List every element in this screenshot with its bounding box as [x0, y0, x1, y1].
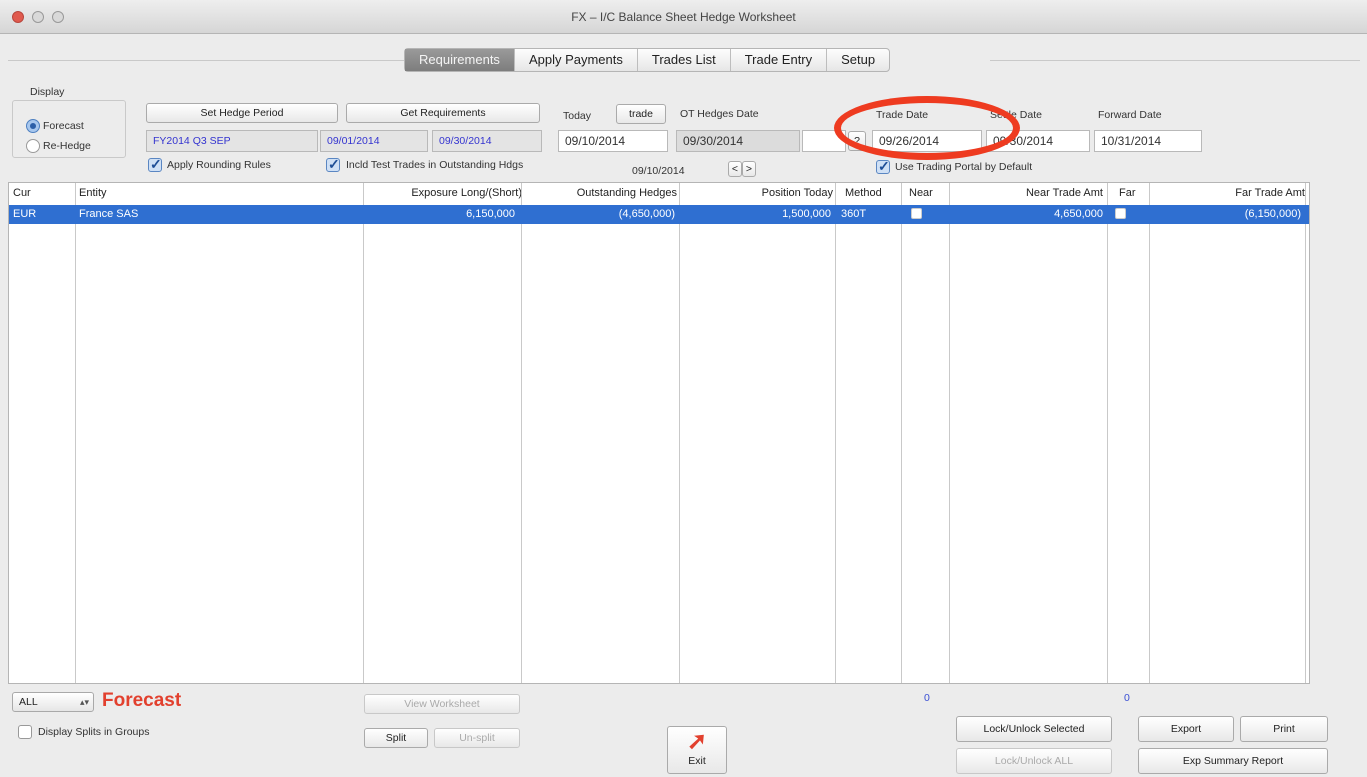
get-requirements-button[interactable]: Get Requirements	[346, 103, 540, 123]
tab-setup[interactable]: Setup	[827, 49, 889, 71]
view-worksheet-button[interactable]: View Worksheet	[364, 694, 520, 714]
column-header-far[interactable]: Far	[1119, 183, 1136, 203]
column-header-cur[interactable]: Cur	[13, 183, 31, 203]
display-splits-checkbox[interactable]	[18, 725, 32, 739]
lock-unlock-all-button[interactable]: Lock/Unlock ALL	[956, 748, 1112, 774]
requirements-table: Cur Entity Exposure Long/(Short) Outstan…	[8, 182, 1310, 684]
ot-hedges-field: 09/30/2014	[676, 130, 800, 152]
cell-exposure: 6,150,000	[466, 208, 515, 220]
export-button[interactable]: Export	[1138, 716, 1234, 742]
trading-portal-checkbox[interactable]	[876, 158, 890, 175]
far-count: 0	[1124, 692, 1130, 704]
lock-unlock-selected-button[interactable]: Lock/Unlock Selected	[956, 716, 1112, 742]
exit-label: Exit	[688, 755, 706, 767]
title-bar: FX – I/C Balance Sheet Hedge Worksheet	[0, 0, 1367, 34]
rehedge-radio-label: Re-Hedge	[43, 140, 91, 152]
tab-trades-list[interactable]: Trades List	[638, 49, 731, 71]
rounding-checkbox[interactable]	[148, 156, 162, 173]
tab-trade-entry[interactable]: Trade Entry	[731, 49, 828, 71]
hedge-start-field: 09/01/2014	[320, 130, 428, 152]
exit-arrow-icon: ➚	[686, 728, 708, 755]
ot-hedges-label: OT Hedges Date	[680, 108, 759, 120]
unsplit-button[interactable]: Un-split	[434, 728, 520, 748]
today-field[interactable]: 09/10/2014	[558, 130, 668, 152]
near-count: 0	[924, 692, 930, 704]
rehedge-radio[interactable]	[26, 139, 40, 153]
cell-far-trade-amt: (6,150,000)	[1244, 208, 1301, 220]
far-checkbox[interactable]	[1115, 208, 1126, 219]
exit-button[interactable]: ➚ Exit	[667, 726, 727, 774]
display-label: Display	[30, 86, 65, 98]
window-title: FX – I/C Balance Sheet Hedge Worksheet	[571, 10, 796, 24]
cell-near-trade-amt: 4,650,000	[1054, 208, 1103, 220]
cell-position: 1,500,000	[782, 208, 831, 220]
prev-date-button[interactable]: <	[728, 161, 742, 177]
cell-method: 360T	[841, 208, 867, 220]
forecast-radio[interactable]	[26, 119, 40, 133]
column-header-far-trade-amt[interactable]: Far Trade Amt	[1159, 183, 1305, 203]
column-header-exposure[interactable]: Exposure Long/(Short)	[370, 183, 522, 203]
print-button[interactable]: Print	[1240, 716, 1328, 742]
exp-summary-report-button[interactable]: Exp Summary Report	[1138, 748, 1328, 774]
column-header-entity[interactable]: Entity	[79, 183, 107, 203]
trade-today-button[interactable]: trade	[616, 104, 666, 124]
near-checkbox[interactable]	[911, 208, 922, 219]
tab-divider-left	[8, 60, 404, 61]
tab-apply-payments[interactable]: Apply Payments	[515, 49, 638, 71]
tab-requirements[interactable]: Requirements	[405, 49, 515, 71]
trade-date-highlight-circle	[834, 96, 1020, 160]
select-arrows-icon: ▴▾	[79, 697, 89, 707]
test-trades-label: Incld Test Trades in Outstanding Hdgs	[346, 159, 524, 171]
column-header-outstanding[interactable]: Outstanding Hedges	[525, 183, 677, 203]
rounding-label: Apply Rounding Rules	[167, 159, 271, 171]
nav-date-label: 09/10/2014	[632, 165, 685, 177]
hedge-period-field: FY2014 Q3 SEP	[146, 130, 318, 152]
tab-bar: Requirements Apply Payments Trades List …	[404, 48, 891, 72]
cell-entity: France SAS	[79, 208, 139, 220]
next-date-button[interactable]: >	[742, 161, 756, 177]
forward-date-label: Forward Date	[1098, 109, 1162, 121]
set-hedge-period-button[interactable]: Set Hedge Period	[146, 103, 338, 123]
display-splits-label: Display Splits in Groups	[38, 726, 150, 738]
table-row[interactable]: EUR France SAS 6,150,000 (4,650,000) 1,5…	[9, 205, 1309, 224]
test-trades-checkbox[interactable]	[326, 156, 340, 173]
forward-date-field[interactable]: 10/31/2014	[1094, 130, 1202, 152]
cell-cur: EUR	[13, 208, 37, 220]
split-button[interactable]: Split	[364, 728, 428, 748]
cell-outstanding: (4,650,000)	[618, 208, 675, 220]
forecast-radio-label: Forecast	[43, 120, 84, 132]
today-label: Today	[563, 110, 592, 122]
mode-label: Forecast	[102, 690, 182, 711]
filter-select[interactable]: ALL ▴▾	[12, 692, 94, 712]
trading-portal-label: Use Trading Portal by Default	[895, 161, 1033, 173]
column-header-method[interactable]: Method	[845, 183, 882, 203]
column-header-near[interactable]: Near	[909, 183, 933, 203]
column-header-position[interactable]: Position Today	[681, 183, 833, 203]
hedge-end-field: 09/30/2014	[432, 130, 542, 152]
filter-select-value: ALL	[19, 696, 38, 708]
tab-divider-right	[990, 60, 1360, 61]
column-header-near-trade-amt[interactable]: Near Trade Amt	[953, 183, 1103, 203]
